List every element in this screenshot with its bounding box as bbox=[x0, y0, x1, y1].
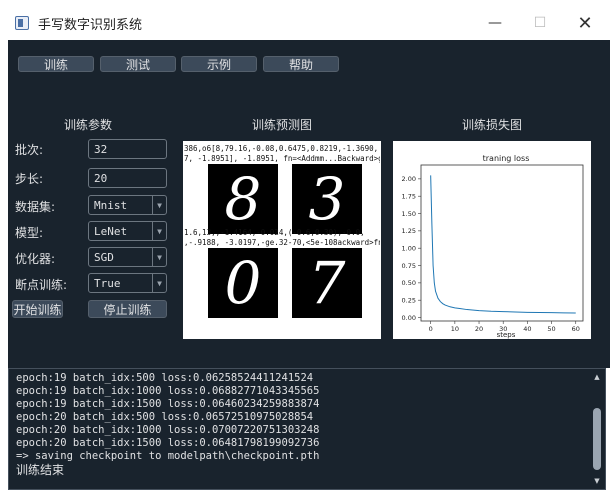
loss-chart: traning loss steps 0 10 20 30 40 50 600.000.25… bbox=[402, 154, 584, 339]
y-tick-label: 0.00 bbox=[402, 314, 416, 322]
model-value: LeNet bbox=[94, 224, 128, 238]
y-tick-label: 2.00 bbox=[402, 175, 416, 183]
log-line: epoch:19 batch_idx:500 loss:0.0625852441… bbox=[16, 372, 314, 384]
step-label: 步长: bbox=[15, 172, 44, 186]
tensor-text: 7, -1.8951], -1.8951, fn=<Addmm...Backwa… bbox=[184, 154, 380, 163]
window-title: 手写数字识别系统 bbox=[38, 18, 143, 33]
test-menu-button[interactable]: 测试 bbox=[100, 56, 176, 72]
chevron-down-icon[interactable]: ▼ bbox=[152, 274, 166, 292]
digit-image: 8 bbox=[208, 164, 278, 234]
digit-image: 7 bbox=[292, 248, 362, 318]
help-menu-button[interactable]: 帮助 bbox=[263, 56, 339, 72]
model-label: 模型: bbox=[15, 226, 44, 240]
tensor-text: ,-.9188, -3.0197,-ge.32-70,<5e-108ackwar… bbox=[184, 238, 380, 247]
log-scrollbar[interactable]: ▲ ▼ bbox=[591, 372, 603, 486]
x-tick-label: 0 bbox=[429, 325, 433, 333]
chart-frame bbox=[420, 164, 584, 322]
digit-label: 0 bbox=[224, 249, 262, 317]
chevron-down-icon[interactable]: ▼ bbox=[152, 222, 166, 240]
start-training-button[interactable]: 开始训练 bbox=[12, 300, 63, 318]
main-panel: 训练 测试 示例 帮助 训练参数 训练预测图 训练损失图 批次: 32 步长: … bbox=[8, 40, 610, 368]
optimizer-select[interactable]: SGD ▼ bbox=[88, 247, 167, 267]
resume-label: 断点训练: bbox=[15, 278, 68, 292]
chevron-down-icon[interactable]: ▼ bbox=[152, 248, 166, 266]
log-line: epoch:20 batch_idx:1500 loss:0.064817981… bbox=[16, 437, 320, 449]
loss-chart-panel: traning loss steps 0 10 20 30 40 50 60 0.00 0.25… bbox=[393, 141, 591, 339]
batch-label: 批次: bbox=[15, 143, 44, 157]
digit-label: 8 bbox=[224, 165, 262, 233]
resume-select[interactable]: True ▼ bbox=[88, 273, 167, 293]
params-section-title: 训练参数 bbox=[63, 118, 112, 132]
log-final-message: 训练结束 bbox=[16, 463, 65, 477]
y-tick-label: 1.75 bbox=[402, 193, 416, 201]
chevron-down-icon[interactable]: ▼ bbox=[152, 196, 166, 214]
scroll-up-icon[interactable]: ▲ bbox=[591, 372, 603, 382]
maximize-icon[interactable]: ☐ bbox=[525, 10, 555, 36]
dataset-label: 数据集: bbox=[15, 200, 56, 214]
batch-input[interactable]: 32 bbox=[88, 139, 167, 159]
log-line: epoch:20 batch_idx:500 loss:0.0657251097… bbox=[16, 411, 314, 423]
x-tick-label: 50 bbox=[547, 325, 555, 333]
dataset-select[interactable]: Mnist ▼ bbox=[88, 195, 167, 215]
x-tick-label: 40 bbox=[523, 325, 531, 333]
x-tick-label: 10 bbox=[451, 325, 459, 333]
loss-series-line bbox=[430, 175, 576, 314]
y-tick-label: 0.50 bbox=[402, 279, 416, 287]
y-tick-label: 1.25 bbox=[402, 227, 416, 235]
x-tick-label: 60 bbox=[572, 325, 580, 333]
tensor-text: 1.6,13,,-1.4164,-0.024,(-0.6,0.30),-0.0, bbox=[184, 228, 365, 237]
model-select[interactable]: LeNet ▼ bbox=[88, 221, 167, 241]
log-line: epoch:19 batch_idx:1000 loss:0.068827710… bbox=[16, 385, 320, 397]
y-tick-label: 1.50 bbox=[402, 210, 416, 218]
digit-image: 3 bbox=[292, 164, 362, 234]
dataset-value: Mnist bbox=[94, 198, 128, 212]
title-bar: 手写数字识别系统 — ☐ ✕ bbox=[0, 0, 613, 40]
tensor-text: 386,o6[8,79.16,-0.08,0.6475,0.8219,-1.36… bbox=[184, 144, 379, 153]
log-line: => saving checkpoint to modelpath\checkp… bbox=[16, 450, 320, 462]
log-lines: epoch:19 batch_idx:500 loss:0.0625852441… bbox=[16, 372, 591, 478]
log-line: epoch:19 batch_idx:1500 loss:0.064602342… bbox=[16, 398, 320, 410]
prediction-image: 386,o6[8,79.16,-0.08,0.6475,0.8219,-1.36… bbox=[183, 141, 381, 339]
x-tick-label: 20 bbox=[475, 325, 483, 333]
log-output[interactable]: epoch:19 batch_idx:500 loss:0.0625852441… bbox=[8, 368, 606, 490]
resume-value: True bbox=[94, 276, 121, 290]
digit-image: 0 bbox=[208, 248, 278, 318]
scroll-down-icon[interactable]: ▼ bbox=[591, 476, 603, 486]
scroll-thumb[interactable] bbox=[593, 408, 601, 470]
digit-label: 3 bbox=[308, 165, 346, 233]
train-menu-button[interactable]: 训练 bbox=[18, 56, 94, 72]
example-menu-button[interactable]: 示例 bbox=[181, 56, 257, 72]
loss-section-title: 训练损失图 bbox=[461, 118, 522, 132]
digit-label: 7 bbox=[308, 249, 346, 317]
optimizer-value: SGD bbox=[94, 250, 114, 264]
step-input[interactable]: 20 bbox=[88, 168, 167, 188]
x-tick-label: 30 bbox=[499, 325, 507, 333]
log-line: epoch:20 batch_idx:1000 loss:0.070072207… bbox=[16, 424, 320, 436]
y-tick-label: 1.00 bbox=[402, 245, 416, 253]
y-tick-label: 0.25 bbox=[402, 297, 416, 305]
y-tick-label: 0.75 bbox=[402, 262, 416, 270]
stop-training-button[interactable]: 停止训练 bbox=[88, 300, 167, 318]
chart-title: traning loss bbox=[483, 154, 530, 163]
close-icon[interactable]: ✕ bbox=[570, 10, 600, 36]
prediction-section-title: 训练预测图 bbox=[251, 118, 312, 132]
optimizer-label: 优化器: bbox=[15, 252, 56, 266]
minimize-icon[interactable]: — bbox=[480, 10, 510, 36]
app-icon bbox=[15, 16, 29, 30]
